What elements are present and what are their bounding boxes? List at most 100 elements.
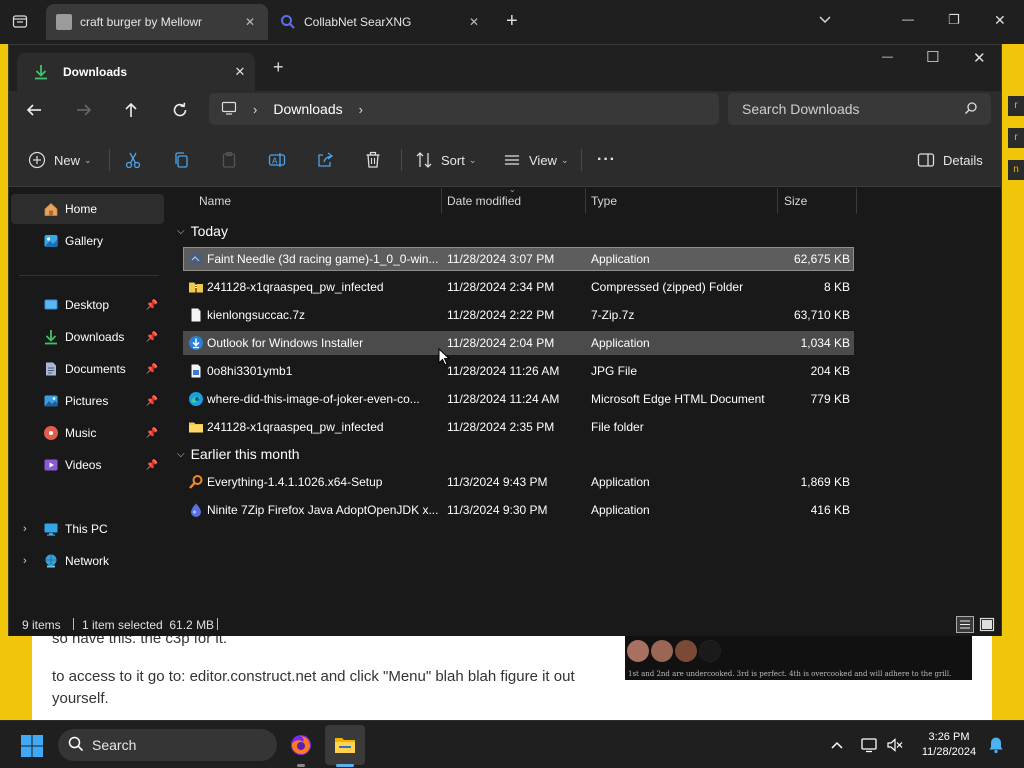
sidebar-item-network[interactable]: › Network	[11, 546, 164, 576]
column-divider[interactable]	[856, 188, 857, 214]
file-row[interactable]: Faint Needle (3d racing game)-1_0_0-win.…	[183, 247, 854, 271]
pin-icon[interactable]: 📌	[144, 364, 160, 375]
view-button[interactable]: View ⌄	[503, 145, 569, 175]
column-divider[interactable]	[441, 188, 442, 214]
sidebar-item-downloads[interactable]: Downloads 📌	[11, 322, 164, 352]
cut-button[interactable]	[124, 145, 142, 175]
new-button[interactable]: New ⌄	[28, 145, 92, 175]
file-row[interactable]: Ninite 7Zip Firefox Java AdoptOpenJDK x.…	[183, 498, 854, 522]
column-header-size[interactable]: Size	[784, 194, 807, 208]
details-button[interactable]: Details	[917, 145, 983, 175]
webpage-right-strip: r r n	[1002, 44, 1024, 636]
forward-arrow-icon[interactable]	[75, 101, 93, 122]
taskbar-search[interactable]	[58, 729, 277, 761]
column-divider[interactable]	[585, 188, 586, 214]
sidebar-item-home[interactable]: Home	[11, 194, 164, 224]
explorer-tab-downloads[interactable]: Downloads ✕	[17, 53, 255, 91]
breadcrumb-chevron-icon[interactable]: ›	[359, 102, 363, 117]
browser-restore-icon[interactable]: ❐	[948, 12, 960, 28]
search-downloads-input[interactable]	[742, 101, 952, 117]
notification-bell-icon[interactable]	[988, 736, 1004, 757]
sidebar-item-music[interactable]: Music 📌	[11, 418, 164, 448]
file-row[interactable]: where-did-this-image-of-joker-even-co...…	[183, 387, 854, 411]
file-row[interactable]: Outlook for Windows Installer 11/28/2024…	[183, 331, 854, 355]
volume-muted-icon[interactable]	[886, 737, 904, 756]
file-row[interactable]: 241128-x1qraaspeq_pw_infected 11/28/2024…	[183, 275, 854, 299]
file-explorer-taskbar-icon[interactable]	[325, 725, 365, 765]
expand-chevron-icon[interactable]: ›	[23, 523, 27, 535]
close-explorer-tab-icon[interactable]: ✕	[225, 64, 255, 80]
column-divider[interactable]	[777, 188, 778, 214]
breadcrumb-chevron-icon[interactable]: ›	[253, 102, 257, 117]
sidebar-item-videos[interactable]: Videos 📌	[11, 450, 164, 480]
sort-button[interactable]: Sort ⌄	[415, 145, 476, 175]
pin-icon[interactable]: 📌	[144, 428, 160, 439]
more-options-button[interactable]: ···	[597, 145, 616, 175]
copy-button[interactable]	[172, 145, 190, 175]
firefox-taskbar-icon[interactable]	[289, 733, 313, 760]
search-icon[interactable]	[964, 101, 978, 118]
search-box[interactable]	[728, 93, 991, 125]
up-arrow-icon[interactable]	[122, 101, 140, 122]
this-pc-address-icon	[221, 100, 237, 119]
group-header-earlier-this-month[interactable]: ⌵ Earlier this month	[177, 446, 300, 462]
file-row[interactable]: Everything-1.4.1.1026.x64-Setup 11/3/202…	[183, 470, 854, 494]
group-header-today[interactable]: ⌵ Today	[177, 223, 228, 239]
sidebar-item-documents[interactable]: Documents 📌	[11, 354, 164, 384]
toolbar-divider	[401, 149, 402, 171]
file-row[interactable]: kienlongsuccac.7z 11/28/2024 2:22 PM 7-Z…	[183, 303, 854, 327]
file-explorer-window: Downloads ✕ + — ☐ ✕ › Downloads › Search…	[8, 44, 1002, 636]
sidebar-item-desktop[interactable]: Desktop 📌	[11, 290, 164, 320]
pin-icon[interactable]: 📌	[144, 300, 160, 311]
new-tab-icon[interactable]: +	[506, 10, 518, 33]
back-arrow-icon[interactable]	[25, 101, 43, 122]
browser-tab-craft-burger[interactable]: craft burger by Mellowr ✕	[46, 4, 268, 40]
show-hidden-icons-chevron-icon[interactable]	[830, 738, 844, 755]
browser-close-icon[interactable]: ✕	[994, 12, 1006, 29]
details-button-label: Details	[943, 152, 983, 168]
explorer-new-tab-icon[interactable]: +	[273, 57, 284, 78]
expand-chevron-icon[interactable]: ›	[23, 555, 27, 567]
tab-actions-icon[interactable]	[12, 13, 28, 32]
command-bar: New ⌄ A Sort ⌄ View ⌄ ··· Details	[9, 133, 1001, 187]
close-tab-icon[interactable]: ✕	[464, 15, 484, 29]
explorer-maximize-icon[interactable]: ☐	[926, 48, 939, 66]
file-row[interactable]: 241128-x1qraaspeq_pw_infected 11/28/2024…	[183, 415, 854, 439]
column-header-type[interactable]: Type	[591, 194, 617, 208]
file-size: 1,034 KB	[800, 336, 850, 350]
taskbar-search-input[interactable]	[92, 737, 242, 753]
tab-list-chevron-icon[interactable]	[818, 13, 832, 30]
collapse-chevron-icon[interactable]: ⌵	[177, 449, 185, 460]
browser-tab-searxng[interactable]: CollabNet SearXNG ✕	[270, 4, 492, 40]
pin-icon[interactable]: 📌	[144, 396, 160, 407]
column-header-name[interactable]: Name	[199, 194, 231, 208]
network-status-icon[interactable]	[861, 737, 879, 756]
pin-icon[interactable]: 📌	[144, 460, 160, 471]
sidebar-item-this-pc[interactable]: › This PC	[11, 514, 164, 544]
column-header-date[interactable]: Date modified	[447, 194, 521, 208]
browser-minimize-icon[interactable]: —	[902, 12, 914, 26]
close-tab-icon[interactable]: ✕	[240, 15, 260, 29]
pin-icon[interactable]: 📌	[144, 332, 160, 343]
address-bar[interactable]: › Downloads ›	[209, 93, 719, 125]
file-row[interactable]: 0o8hi3301ymb1 11/28/2024 11:26 AM JPG Fi…	[183, 359, 854, 383]
rename-button[interactable]: A	[268, 145, 286, 175]
paste-button[interactable]	[220, 145, 238, 175]
start-windows-icon[interactable]	[20, 734, 44, 761]
sidebar-item-gallery[interactable]: Gallery	[11, 226, 164, 256]
breadcrumb-downloads[interactable]: Downloads	[273, 101, 342, 117]
explorer-close-icon[interactable]: ✕	[973, 49, 986, 67]
system-clock[interactable]: 3:26 PM 11/28/2024	[914, 730, 984, 760]
refresh-icon[interactable]	[171, 101, 189, 122]
collapse-chevron-icon[interactable]: ⌵	[177, 226, 185, 237]
explorer-minimize-icon[interactable]: —	[882, 51, 893, 63]
taskbar-active-indicator	[297, 764, 305, 767]
sidebar-item-pictures[interactable]: Pictures 📌	[11, 386, 164, 416]
share-button[interactable]	[316, 145, 334, 175]
details-view-toggle-icon[interactable]	[956, 616, 974, 633]
taskbar: 3:26 PM 11/28/2024	[0, 720, 1024, 768]
tiles-view-toggle-icon[interactable]	[979, 617, 995, 635]
delete-button[interactable]	[364, 145, 382, 175]
file-icon	[188, 307, 204, 323]
group-label: Today	[190, 223, 228, 239]
